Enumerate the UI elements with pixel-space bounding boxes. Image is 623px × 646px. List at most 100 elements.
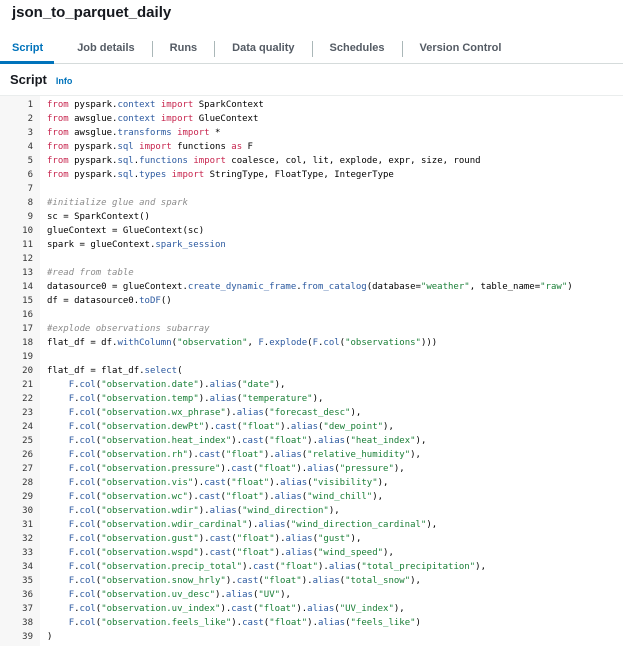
code-text[interactable]: F.col("observation.precip_total").cast("…	[47, 560, 486, 574]
line-number: 10	[22, 226, 33, 236]
code-line[interactable]: 15 df = datasource0.toDF()	[0, 294, 623, 308]
code-text[interactable]: )	[47, 630, 52, 644]
line-number: 33	[22, 548, 33, 558]
line-number: 25	[22, 436, 33, 446]
code-line[interactable]: 37 F.col("observation.uv_index").cast("f…	[0, 602, 623, 616]
code-area[interactable]: 1 from pyspark.context import SparkContex…	[0, 98, 623, 644]
code-text[interactable]: from pyspark.sql import functions as F	[47, 140, 253, 154]
code-line[interactable]: 38 F.col("observation.feels_like").cast(…	[0, 616, 623, 630]
code-line[interactable]: 11 spark = glueContext.spark_session	[0, 238, 623, 252]
code-line[interactable]: 8 #initialize glue and spark	[0, 196, 623, 210]
tab-bar: Script Job details Runs Data quality Sch…	[0, 35, 623, 64]
line-number: 1	[27, 100, 33, 110]
code-text[interactable]: F.col("observation.wx_phrase").alias("fo…	[47, 406, 362, 420]
code-text[interactable]: flat_df = flat_df.select(	[47, 364, 182, 378]
job-title: json_to_parquet_daily	[12, 4, 172, 21]
line-number: 22	[22, 394, 33, 404]
line-number: 16	[22, 310, 33, 320]
code-text[interactable]: F.col("observation.vis").cast("float").a…	[47, 476, 389, 490]
line-number: 37	[22, 604, 33, 614]
code-line[interactable]: 16	[0, 308, 623, 322]
code-line[interactable]: 29 F.col("observation.wc").cast("float")…	[0, 490, 623, 504]
code-text[interactable]: glueContext = GlueContext(sc)	[47, 224, 204, 238]
code-line[interactable]: 24 F.col("observation.dewPt").cast("floa…	[0, 420, 623, 434]
line-number: 12	[22, 254, 33, 264]
code-editor[interactable]: 1 from pyspark.context import SparkContex…	[0, 95, 623, 646]
info-link[interactable]: Info	[56, 76, 73, 86]
tab-runs[interactable]: Runs	[153, 35, 215, 63]
code-line[interactable]: 33 F.col("observation.wspd").cast("float…	[0, 546, 623, 560]
code-line[interactable]: 39)	[0, 630, 623, 644]
code-line[interactable]: 2 from awsglue.context import GlueContext	[0, 112, 623, 126]
code-text[interactable]: from awsglue.transforms import *	[47, 126, 220, 140]
code-text[interactable]: datasource0 = glueContext.create_dynamic…	[47, 280, 573, 294]
code-text[interactable]: #initialize glue and spark	[47, 196, 188, 210]
code-line[interactable]: 21 F.col("observation.date").alias("date…	[0, 378, 623, 392]
code-text[interactable]: sc = SparkContext()	[47, 210, 150, 224]
code-line[interactable]: 10 glueContext = GlueContext(sc)	[0, 224, 623, 238]
code-text[interactable]: F.col("observation.feels_like").cast("fl…	[47, 616, 421, 630]
code-line[interactable]: 34 F.col("observation.precip_total").cas…	[0, 560, 623, 574]
code-text[interactable]: spark = glueContext.spark_session	[47, 238, 226, 252]
line-number: 13	[22, 268, 33, 278]
code-line[interactable]: 20 flat_df = flat_df.select(	[0, 364, 623, 378]
code-text[interactable]: from awsglue.context import GlueContext	[47, 112, 258, 126]
code-text[interactable]: F.col("observation.temp").alias("tempera…	[47, 392, 324, 406]
tab-schedules[interactable]: Schedules	[313, 35, 402, 63]
code-line[interactable]: 31 F.col("observation.wdir_cardinal").al…	[0, 518, 623, 532]
code-line[interactable]: 26 F.col("observation.rh").cast("float")…	[0, 448, 623, 462]
code-text[interactable]: F.col("observation.wspd").cast("float").…	[47, 546, 394, 560]
code-line[interactable]: 23 F.col("observation.wx_phrase").alias(…	[0, 406, 623, 420]
code-text[interactable]: F.col("observation.snow_hrly").cast("flo…	[47, 574, 421, 588]
line-number: 26	[22, 450, 33, 460]
code-text[interactable]: F.col("observation.dewPt").cast("float")…	[47, 420, 394, 434]
code-text[interactable]: from pyspark.context import SparkContext	[47, 98, 264, 112]
code-text[interactable]: F.col("observation.uv_desc").alias("UV")…	[47, 588, 291, 602]
code-line[interactable]: 30 F.col("observation.wdir").alias("wind…	[0, 504, 623, 518]
line-number: 8	[27, 198, 33, 208]
code-line[interactable]: 25 F.col("observation.heat_index").cast(…	[0, 434, 623, 448]
code-text[interactable]: from pyspark.sql.types import StringType…	[47, 168, 394, 182]
code-line[interactable]: 7	[0, 182, 623, 196]
tab-data-quality[interactable]: Data quality	[215, 35, 311, 63]
code-line[interactable]: 9 sc = SparkContext()	[0, 210, 623, 224]
code-line[interactable]: 17 #explode observations subarray	[0, 322, 623, 336]
code-line[interactable]: 3 from awsglue.transforms import *	[0, 126, 623, 140]
code-line[interactable]: 22 F.col("observation.temp").alias("temp…	[0, 392, 623, 406]
code-line[interactable]: 12	[0, 252, 623, 266]
code-text[interactable]: F.col("observation.heat_index").cast("fl…	[47, 434, 427, 448]
code-text[interactable]: df = datasource0.toDF()	[47, 294, 172, 308]
code-line[interactable]: 19	[0, 350, 623, 364]
code-text[interactable]: #read from table	[47, 266, 134, 280]
line-number: 32	[22, 534, 33, 544]
tab-version-control[interactable]: Version Control	[403, 35, 519, 63]
code-text[interactable]: #explode observations subarray	[47, 322, 210, 336]
tab-script[interactable]: Script	[0, 35, 60, 64]
code-line[interactable]: 4 from pyspark.sql import functions as F	[0, 140, 623, 154]
code-line[interactable]: 6 from pyspark.sql.types import StringTyp…	[0, 168, 623, 182]
code-line[interactable]: 27 F.col("observation.pressure").cast("f…	[0, 462, 623, 476]
code-text[interactable]: F.col("observation.wdir_cardinal").alias…	[47, 518, 438, 532]
code-text[interactable]: flat_df = df.withColumn("observation", F…	[47, 336, 437, 350]
tab-job-details[interactable]: Job details	[60, 35, 151, 63]
line-number: 28	[22, 478, 33, 488]
code-line[interactable]: 18 flat_df = df.withColumn("observation",…	[0, 336, 623, 350]
code-line[interactable]: 36 F.col("observation.uv_desc").alias("U…	[0, 588, 623, 602]
code-line[interactable]: 1 from pyspark.context import SparkContex…	[0, 98, 623, 112]
code-text[interactable]: F.col("observation.wc").cast("float").al…	[47, 490, 383, 504]
code-line[interactable]: 35 F.col("observation.snow_hrly").cast("…	[0, 574, 623, 588]
line-number: 4	[27, 142, 33, 152]
code-text[interactable]: F.col("observation.rh").cast("float").al…	[47, 448, 421, 462]
code-text[interactable]: F.col("observation.gust").cast("float").…	[47, 532, 362, 546]
code-text[interactable]: F.col("observation.date").alias("date"),	[47, 378, 286, 392]
code-text[interactable]: F.col("observation.wdir").alias("wind_di…	[47, 504, 340, 518]
code-line[interactable]: 32 F.col("observation.gust").cast("float…	[0, 532, 623, 546]
code-text[interactable]: from pyspark.sql.functions import coales…	[47, 154, 481, 168]
code-line[interactable]: 5 from pyspark.sql.functions import coale…	[0, 154, 623, 168]
code-line[interactable]: 28 F.col("observation.vis").cast("float"…	[0, 476, 623, 490]
line-number: 35	[22, 576, 33, 586]
code-line[interactable]: 14 datasource0 = glueContext.create_dynam…	[0, 280, 623, 294]
code-text[interactable]: F.col("observation.uv_index").cast("floa…	[47, 602, 405, 616]
code-line[interactable]: 13 #read from table	[0, 266, 623, 280]
code-text[interactable]: F.col("observation.pressure").cast("floa…	[47, 462, 405, 476]
